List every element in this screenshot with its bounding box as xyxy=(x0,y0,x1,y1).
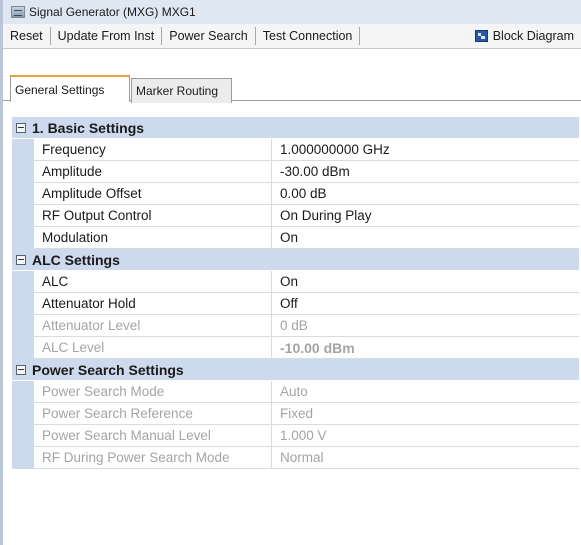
property-name: ALC xyxy=(34,271,272,293)
property-row-power-search-mode: Power Search Mode Auto xyxy=(12,381,579,403)
toolbar: Reset Update From Inst Power Search Test… xyxy=(3,24,581,49)
section-title: Power Search Settings xyxy=(32,361,184,378)
property-row-modulation[interactable]: Modulation On xyxy=(12,227,579,249)
collapse-icon[interactable] xyxy=(16,122,26,133)
property-name: ALC Level xyxy=(34,337,272,359)
section-title: ALC Settings xyxy=(32,251,120,268)
section-title: 1. Basic Settings xyxy=(32,119,145,136)
property-grid: 1. Basic Settings Frequency 1.000000000 … xyxy=(12,117,579,469)
section-power-search-settings[interactable]: Power Search Settings xyxy=(12,359,579,381)
window-title: Signal Generator (MXG) MXG1 xyxy=(29,5,196,19)
property-row-alc[interactable]: ALC On xyxy=(12,271,579,293)
property-name: Amplitude Offset xyxy=(34,183,272,205)
property-row-frequency[interactable]: Frequency 1.000000000 GHz xyxy=(12,139,579,161)
property-value: 1.000 V xyxy=(272,425,579,447)
property-row-amplitude-offset[interactable]: Amplitude Offset 0.00 dB xyxy=(12,183,579,205)
collapse-icon[interactable] xyxy=(16,254,26,265)
window-titlebar: Signal Generator (MXG) MXG1 xyxy=(3,0,581,24)
property-value[interactable]: On xyxy=(272,227,579,249)
property-row-alc-level: ALC Level -10.00 dBm xyxy=(12,337,579,359)
property-value[interactable]: 0.00 dB xyxy=(272,183,579,205)
property-value[interactable]: -30.00 dBm xyxy=(272,161,579,183)
property-value: Normal xyxy=(272,447,579,469)
block-diagram-button[interactable]: Block Diagram xyxy=(468,27,581,45)
property-row-rf-during-power-search-mode: RF During Power Search Mode Normal xyxy=(12,447,579,469)
property-value[interactable]: On xyxy=(272,271,579,293)
update-from-inst-button[interactable]: Update From Inst xyxy=(51,27,162,45)
property-name: Amplitude xyxy=(34,161,272,183)
section-basic-settings[interactable]: 1. Basic Settings xyxy=(12,117,579,139)
property-row-attenuator-level: Attenuator Level 0 dB xyxy=(12,315,579,337)
property-value: Auto xyxy=(272,381,579,403)
property-name: Attenuator Hold xyxy=(34,293,272,315)
section-alc-settings[interactable]: ALC Settings xyxy=(12,249,579,271)
property-value[interactable]: On During Play xyxy=(272,205,579,227)
property-name: Power Search Manual Level xyxy=(34,425,272,447)
property-name: Modulation xyxy=(34,227,272,249)
property-value[interactable]: Off xyxy=(272,293,579,315)
property-row-attenuator-hold[interactable]: Attenuator Hold Off xyxy=(12,293,579,315)
tab-general-settings[interactable]: General Settings xyxy=(10,75,130,102)
property-name: Power Search Mode xyxy=(34,381,272,403)
toolbar-separator xyxy=(359,27,361,45)
property-name: RF Output Control xyxy=(34,205,272,227)
test-connection-button[interactable]: Test Connection xyxy=(256,27,360,45)
property-name: Power Search Reference xyxy=(34,403,272,425)
property-value: 0 dB xyxy=(272,315,579,337)
property-name: Attenuator Level xyxy=(34,315,272,337)
collapse-icon[interactable] xyxy=(16,364,26,375)
property-row-amplitude[interactable]: Amplitude -30.00 dBm xyxy=(12,161,579,183)
property-row-power-search-manual-level: Power Search Manual Level 1.000 V xyxy=(12,425,579,447)
reset-button[interactable]: Reset xyxy=(3,27,50,45)
block-diagram-label: Block Diagram xyxy=(492,29,574,43)
signal-generator-icon xyxy=(11,6,25,18)
property-row-rf-output-control[interactable]: RF Output Control On During Play xyxy=(12,205,579,227)
property-row-power-search-reference: Power Search Reference Fixed xyxy=(12,403,579,425)
property-value: -10.00 dBm xyxy=(272,337,579,359)
property-name: RF During Power Search Mode xyxy=(34,447,272,469)
power-search-button[interactable]: Power Search xyxy=(162,27,255,45)
tab-marker-routing[interactable]: Marker Routing xyxy=(131,78,232,103)
property-value: Fixed xyxy=(272,403,579,425)
property-name: Frequency xyxy=(34,139,272,161)
block-diagram-icon xyxy=(474,30,488,42)
property-value[interactable]: 1.000000000 GHz xyxy=(272,139,579,161)
